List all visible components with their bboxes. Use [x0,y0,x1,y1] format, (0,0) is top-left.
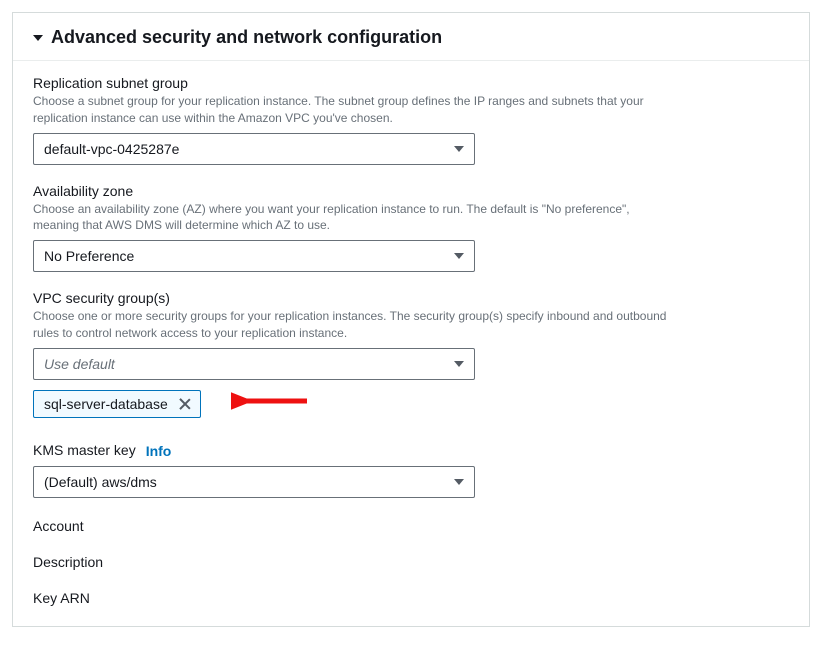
annotation-arrow-icon [231,386,311,416]
label-key-arn: Key ARN [33,590,789,606]
chevron-down-icon [454,479,464,485]
tag-chip-security-group: sql-server-database [33,390,201,418]
select-availability-zone[interactable]: No Preference [33,240,475,272]
label-account: Account [33,518,789,534]
select-value: No Preference [44,248,134,264]
panel-header[interactable]: Advanced security and network configurat… [13,13,809,61]
field-desc: Choose a subnet group for your replicati… [33,93,673,127]
label-description: Description [33,554,789,570]
field-replication-subnet-group: Replication subnet group Choose a subnet… [33,75,789,165]
panel-title: Advanced security and network configurat… [51,27,442,48]
chevron-down-icon [454,146,464,152]
select-value: (Default) aws/dms [44,474,157,490]
info-link[interactable]: Info [146,443,172,459]
select-vpc-security-groups[interactable]: Use default [33,348,475,380]
select-kms-master-key[interactable]: (Default) aws/dms [33,466,475,498]
field-desc: Choose one or more security groups for y… [33,308,673,342]
close-icon[interactable] [178,397,192,411]
field-label: Replication subnet group [33,75,789,91]
caret-down-icon [33,35,43,41]
select-replication-subnet-group[interactable]: default-vpc-0425287e [33,133,475,165]
field-vpc-security-groups: VPC security group(s) Choose one or more… [33,290,789,418]
chevron-down-icon [454,361,464,367]
field-label: KMS master key [33,442,136,458]
select-placeholder: Use default [44,356,115,372]
select-value: default-vpc-0425287e [44,141,179,157]
panel-advanced-security: Advanced security and network configurat… [12,12,810,627]
field-desc: Choose an availability zone (AZ) where y… [33,201,673,235]
tag-chip-label: sql-server-database [44,396,168,412]
panel-body: Replication subnet group Choose a subnet… [13,61,809,626]
chevron-down-icon [454,253,464,259]
field-availability-zone: Availability zone Choose an availability… [33,183,789,273]
field-label: Availability zone [33,183,789,199]
field-kms-master-key: KMS master key Info (Default) aws/dms [33,442,789,498]
field-label: VPC security group(s) [33,290,789,306]
